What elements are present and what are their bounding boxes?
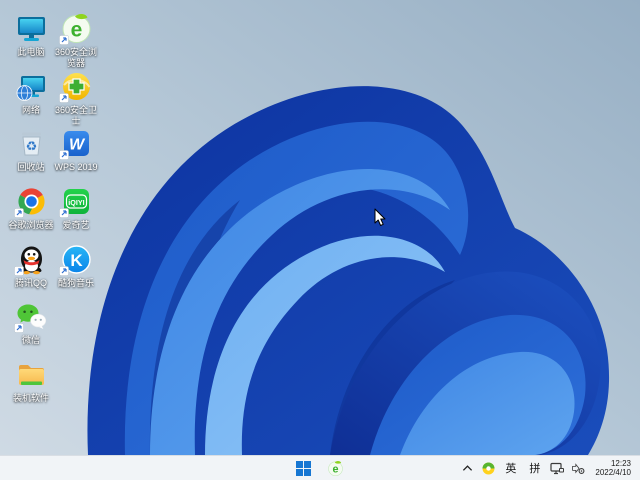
taskbar-center-icons: e xyxy=(293,456,347,480)
system-tray: 英 拼 12:23 2022/4/10 xyxy=(457,456,640,480)
desktop-icon-kugou[interactable]: K 酷狗音乐 xyxy=(52,243,100,289)
icon-label: WPS 2019 xyxy=(54,162,98,172)
shortcut-arrow-icon xyxy=(13,266,24,276)
desktop-icon-network[interactable]: 网络 xyxy=(7,70,55,116)
taskbar-360-browser-button[interactable]: e xyxy=(324,457,347,479)
tray-360-security-icon[interactable] xyxy=(478,457,498,479)
shortcut-arrow-icon xyxy=(58,208,69,218)
folder-icon xyxy=(18,365,44,385)
ime-language-indicator[interactable]: 英 xyxy=(499,457,522,479)
desktop-icon-recycle-bin[interactable]: ♻ 回收站 xyxy=(7,127,55,173)
icon-label: 装机软件 xyxy=(12,393,49,403)
icon-label: 此电脑 xyxy=(17,47,45,57)
shortcut-arrow-icon xyxy=(58,93,69,103)
ime-mode-indicator[interactable]: 拼 xyxy=(523,457,546,479)
svg-text:W: W xyxy=(68,137,85,154)
shortcut-arrow-icon xyxy=(13,323,24,333)
windows-logo-icon xyxy=(296,460,311,476)
taskbar: e 英 拼 12:23 2022/4/10 xyxy=(0,455,640,480)
recycle-bin-icon: ♻ xyxy=(21,132,41,156)
tray-settings-gear-icon[interactable] xyxy=(568,457,588,479)
svg-text:iQIYI: iQIYI xyxy=(68,198,84,207)
svg-text:e: e xyxy=(332,463,338,475)
desktop-area[interactable]: 此电脑 e 360安全浏览器 网络 360安全卫士 ♻ 回收站 W WPS 20… xyxy=(0,0,640,455)
desktop-icon-software-folder[interactable]: 装机软件 xyxy=(7,358,55,404)
360-browser-icon: e xyxy=(328,460,343,476)
shortcut-arrow-icon xyxy=(13,208,24,218)
svg-text:♻: ♻ xyxy=(25,140,37,155)
shortcut-arrow-icon xyxy=(58,35,69,45)
clock-date: 2022/4/10 xyxy=(595,468,631,477)
start-button[interactable] xyxy=(293,457,314,479)
desktop-icon-360-browser[interactable]: e 360安全浏览器 xyxy=(52,12,100,69)
icon-label: 网络 xyxy=(21,105,40,115)
icon-label: 回收站 xyxy=(17,162,45,172)
shortcut-arrow-icon xyxy=(58,266,69,276)
clock-time: 12:23 xyxy=(610,458,631,468)
shortcut-arrow-icon xyxy=(58,150,69,160)
svg-text:K: K xyxy=(70,251,83,270)
icon-label: 腾讯QQ xyxy=(14,278,47,288)
icon-label: 谷歌浏览器 xyxy=(8,220,54,230)
desktop-icon-wechat[interactable]: 微信 xyxy=(7,300,55,346)
icon-label: 微信 xyxy=(21,335,40,345)
desktop-icon-chrome[interactable]: 谷歌浏览器 xyxy=(7,185,55,231)
svg-text:e: e xyxy=(70,19,82,42)
icon-label: 360安全卫士 xyxy=(54,105,98,126)
network-icon xyxy=(16,76,45,101)
icon-label: 酷狗音乐 xyxy=(57,278,94,288)
desktop-icon-wps[interactable]: W WPS 2019 xyxy=(52,127,100,173)
tray-network-icon[interactable] xyxy=(547,457,567,479)
icon-label: 360安全浏览器 xyxy=(54,47,98,68)
taskbar-clock[interactable]: 12:23 2022/4/10 xyxy=(589,457,636,479)
desktop-icon-qq[interactable]: 腾讯QQ xyxy=(7,243,55,289)
tray-chevron-up-icon[interactable] xyxy=(457,457,477,479)
icon-label: 爱奇艺 xyxy=(62,220,90,230)
this-pc-icon xyxy=(17,17,45,41)
desktop-icon-360-security[interactable]: 360安全卫士 xyxy=(52,70,100,127)
windows-desktop: 此电脑 e 360安全浏览器 网络 360安全卫士 ♻ 回收站 W WPS 20… xyxy=(0,0,640,480)
desktop-icon-this-pc[interactable]: 此电脑 xyxy=(7,12,55,58)
desktop-icon-iqiyi[interactable]: iQIYI 爱奇艺 xyxy=(52,185,100,231)
